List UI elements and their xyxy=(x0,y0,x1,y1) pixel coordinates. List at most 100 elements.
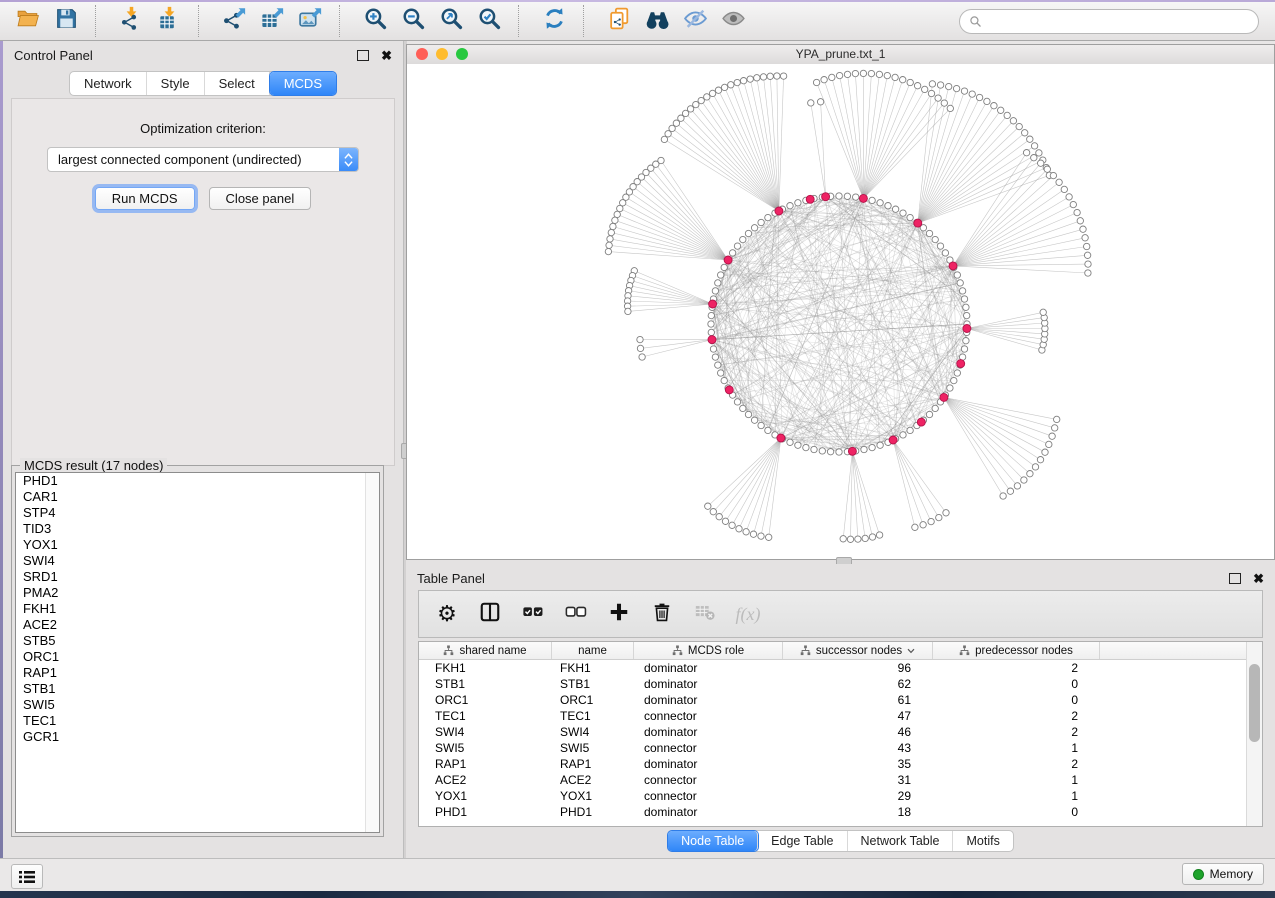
column-header-successor-nodes[interactable]: successor nodes xyxy=(783,642,933,659)
network-node[interactable] xyxy=(928,518,934,524)
network-node[interactable] xyxy=(709,90,715,96)
save-button[interactable] xyxy=(48,6,84,37)
network-node[interactable] xyxy=(1080,226,1086,232)
network-node[interactable] xyxy=(715,87,721,93)
network-node[interactable] xyxy=(661,136,667,142)
network-node[interactable] xyxy=(787,439,793,445)
network-node[interactable] xyxy=(795,200,801,206)
search-box[interactable] xyxy=(959,9,1259,34)
network-node[interactable] xyxy=(922,86,928,92)
network-node[interactable] xyxy=(716,514,722,520)
network-node[interactable] xyxy=(1052,425,1058,431)
network-node[interactable] xyxy=(710,509,716,515)
network-node[interactable] xyxy=(1037,457,1043,463)
network-node[interactable] xyxy=(947,385,953,391)
mcds-node[interactable] xyxy=(775,207,783,215)
select-all-button[interactable] xyxy=(520,601,546,627)
network-node[interactable] xyxy=(1014,483,1020,489)
network-node[interactable] xyxy=(795,442,801,448)
network-node[interactable] xyxy=(734,243,740,249)
network-node[interactable] xyxy=(943,510,949,516)
network-node[interactable] xyxy=(1038,160,1044,166)
network-node[interactable] xyxy=(926,411,932,417)
float-panel-icon[interactable] xyxy=(1229,573,1241,584)
network-node[interactable] xyxy=(947,105,953,111)
network-node[interactable] xyxy=(847,536,853,542)
mcds-node[interactable] xyxy=(724,256,732,264)
table-row[interactable]: SWI5SWI5connector431 xyxy=(419,740,1262,756)
network-node[interactable] xyxy=(712,354,718,360)
network-node[interactable] xyxy=(920,522,926,528)
mcds-result-item[interactable]: CAR1 xyxy=(16,489,379,505)
network-node[interactable] xyxy=(907,79,913,85)
network-node[interactable] xyxy=(900,432,906,438)
column-header-name[interactable]: name xyxy=(552,642,634,659)
network-node[interactable] xyxy=(1074,209,1080,215)
column-header-shared-name[interactable]: shared name xyxy=(419,642,552,659)
delete-row-button[interactable] xyxy=(649,601,675,627)
network-node[interactable] xyxy=(740,78,746,84)
network-node[interactable] xyxy=(751,225,757,231)
network-node[interactable] xyxy=(705,503,711,509)
network-node[interactable] xyxy=(912,524,918,530)
network-node[interactable] xyxy=(1027,136,1033,142)
mcds-node[interactable] xyxy=(859,194,867,202)
table-row[interactable]: STB1STB1dominator620 xyxy=(419,676,1262,692)
clone-network-button[interactable] xyxy=(601,6,637,37)
tab-style[interactable]: Style xyxy=(147,72,205,95)
network-node[interactable] xyxy=(876,71,882,77)
network-node[interactable] xyxy=(708,312,714,318)
network-node[interactable] xyxy=(961,346,967,352)
network-node[interactable] xyxy=(780,73,786,79)
network-node[interactable] xyxy=(605,248,611,254)
tab-node-table[interactable]: Node Table xyxy=(668,831,758,851)
network-node[interactable] xyxy=(1044,166,1050,172)
network-node[interactable] xyxy=(1085,270,1091,276)
mcds-result-item[interactable]: ORC1 xyxy=(16,649,379,665)
network-node[interactable] xyxy=(829,74,835,80)
tab-network[interactable]: Network xyxy=(70,72,147,95)
network-node[interactable] xyxy=(1056,179,1062,185)
network-node[interactable] xyxy=(936,514,942,520)
network-node[interactable] xyxy=(729,522,735,528)
network-node[interactable] xyxy=(612,217,618,223)
network-node[interactable] xyxy=(1070,201,1076,207)
table-row[interactable]: ACE2ACE2connector311 xyxy=(419,772,1262,788)
table-scrollbar[interactable] xyxy=(1246,642,1262,826)
network-node[interactable] xyxy=(935,95,941,101)
network-node[interactable] xyxy=(844,193,850,199)
network-node[interactable] xyxy=(860,70,866,76)
network-node[interactable] xyxy=(862,535,868,541)
network-node[interactable] xyxy=(758,533,764,539)
mcds-node[interactable] xyxy=(725,386,733,394)
network-node[interactable] xyxy=(639,354,645,360)
network-node[interactable] xyxy=(1077,218,1083,224)
tab-motifs[interactable]: Motifs xyxy=(953,831,1012,851)
network-node[interactable] xyxy=(734,399,740,405)
network-node[interactable] xyxy=(907,214,913,220)
mcds-node[interactable] xyxy=(917,418,925,426)
export-image-button[interactable] xyxy=(292,6,328,37)
table-row[interactable]: SWI4SWI4dominator462 xyxy=(419,724,1262,740)
zoom-out-button[interactable] xyxy=(395,6,431,37)
mcds-node[interactable] xyxy=(848,447,856,455)
network-node[interactable] xyxy=(1082,235,1088,241)
network-node[interactable] xyxy=(625,308,631,314)
network-node[interactable] xyxy=(745,411,751,417)
mcds-node[interactable] xyxy=(709,300,717,308)
close-panel-button[interactable]: Close panel xyxy=(209,187,312,210)
network-node[interactable] xyxy=(1084,243,1090,249)
mcds-list-scrollbar[interactable] xyxy=(365,473,379,832)
network-node[interactable] xyxy=(1061,186,1067,192)
settings-button[interactable]: ⚙ xyxy=(434,601,460,627)
search-input[interactable] xyxy=(988,13,1249,30)
network-node[interactable] xyxy=(884,72,890,78)
network-node[interactable] xyxy=(1016,123,1022,129)
network-node[interactable] xyxy=(1036,150,1042,156)
close-panel-icon[interactable]: ✖ xyxy=(381,51,392,60)
mcds-node[interactable] xyxy=(708,336,716,344)
mcds-result-item[interactable]: STB5 xyxy=(16,633,379,649)
unselect-all-button[interactable] xyxy=(563,601,589,627)
mcds-result-item[interactable]: FKH1 xyxy=(16,601,379,617)
mcds-node[interactable] xyxy=(806,195,814,203)
